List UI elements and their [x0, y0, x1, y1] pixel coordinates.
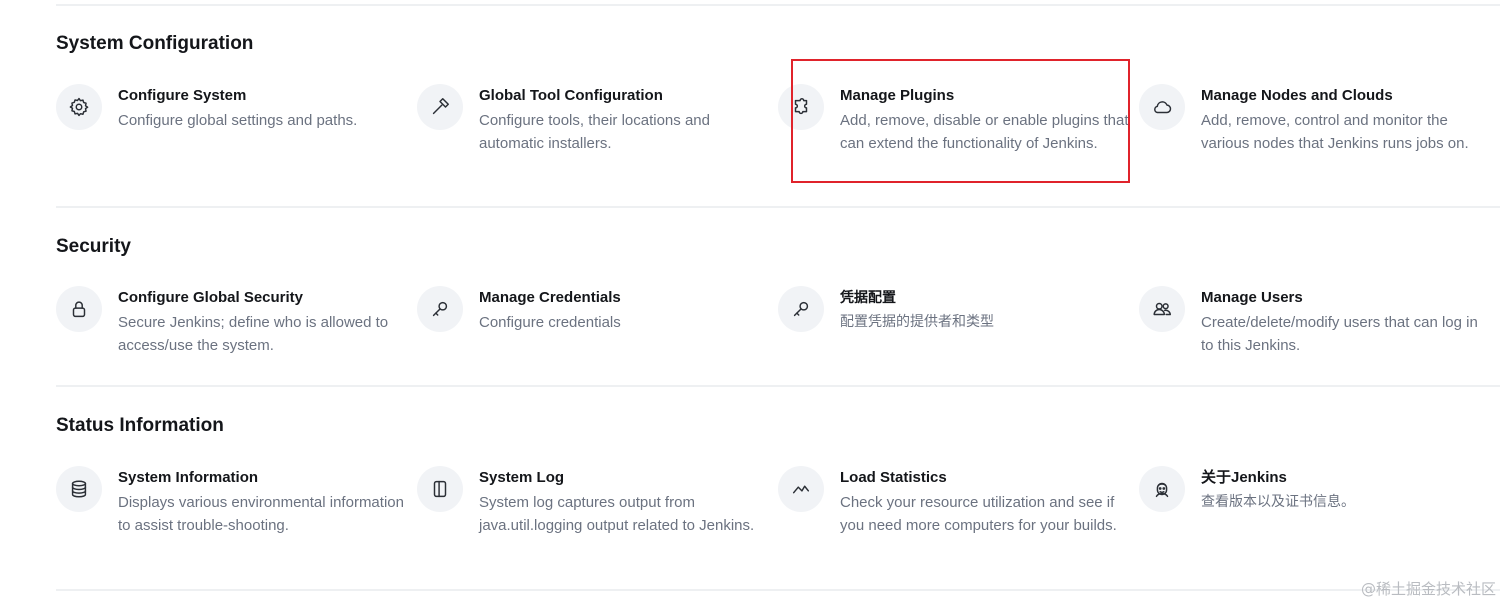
manage-credentials-item[interactable]: Manage Credentials Configure credentials: [417, 286, 778, 357]
about-jenkins-item[interactable]: 关于Jenkins 查看版本以及证书信息。: [1139, 466, 1500, 537]
top-divider: [56, 4, 1500, 6]
item-description: Create/delete/modify users that can log …: [1201, 314, 1478, 354]
item-description: Displays various environmental informati…: [118, 494, 404, 534]
trend-line-icon: [778, 466, 824, 512]
database-icon: [56, 466, 102, 512]
item-title[interactable]: Configure Global Security: [118, 288, 408, 308]
item-title[interactable]: Configure System: [118, 86, 408, 106]
item-description: Configure credentials: [479, 314, 621, 331]
item-description: System log captures output from java.uti…: [479, 494, 755, 534]
item-title[interactable]: Load Statistics: [840, 468, 1130, 488]
section-divider: [56, 385, 1500, 387]
status-information-row: System Information Displays various envi…: [56, 466, 1500, 537]
configure-global-security-item[interactable]: Configure Global Security Secure Jenkins…: [56, 286, 417, 357]
load-statistics-item[interactable]: Load Statistics Check your resource util…: [778, 466, 1139, 537]
item-title[interactable]: System Information: [118, 468, 408, 488]
item-title[interactable]: System Log: [479, 468, 769, 488]
section-divider: [56, 206, 1500, 208]
key-icon: [778, 286, 824, 332]
system-log-item[interactable]: System Log System log captures output fr…: [417, 466, 778, 537]
item-description: 配置凭据的提供者和类型: [840, 314, 994, 330]
section-title-system-configuration: System Configuration: [56, 33, 254, 54]
puzzle-icon: [778, 84, 824, 130]
item-description: Add, remove, control and monitor the var…: [1201, 112, 1469, 152]
global-tool-configuration-item[interactable]: Global Tool Configuration Configure tool…: [417, 84, 778, 155]
lock-icon: [56, 286, 102, 332]
item-description: Configure global settings and paths.: [118, 112, 358, 129]
manage-nodes-and-clouds-item[interactable]: Manage Nodes and Clouds Add, remove, con…: [1139, 84, 1500, 155]
item-title[interactable]: Manage Credentials: [479, 288, 769, 308]
bottom-divider: [56, 589, 1500, 591]
item-title[interactable]: Global Tool Configuration: [479, 86, 769, 106]
item-description: Add, remove, disable or enable plugins t…: [840, 112, 1129, 152]
configure-system-item[interactable]: Configure System Configure global settin…: [56, 84, 417, 155]
item-title[interactable]: Manage Nodes and Clouds: [1201, 86, 1491, 106]
section-title-status-information: Status Information: [56, 415, 224, 436]
system-information-item[interactable]: System Information Displays various envi…: [56, 466, 417, 537]
item-description: Secure Jenkins; define who is allowed to…: [118, 314, 389, 354]
item-title[interactable]: 关于Jenkins: [1201, 468, 1491, 488]
item-description: Check your resource utilization and see …: [840, 494, 1117, 534]
jenkins-butler-icon: [1139, 466, 1185, 512]
item-title[interactable]: Manage Users: [1201, 288, 1491, 308]
section-title-security: Security: [56, 236, 131, 257]
item-description: Configure tools, their locations and aut…: [479, 112, 710, 152]
hammer-icon: [417, 84, 463, 130]
credential-config-item[interactable]: 凭据配置 配置凭据的提供者和类型: [778, 286, 1139, 357]
item-description: 查看版本以及证书信息。: [1201, 494, 1355, 510]
key-icon: [417, 286, 463, 332]
item-title[interactable]: Manage Plugins: [840, 86, 1130, 106]
security-row: Configure Global Security Secure Jenkins…: [56, 286, 1500, 357]
manage-plugins-item[interactable]: Manage Plugins Add, remove, disable or e…: [778, 84, 1139, 155]
system-configuration-row: Configure System Configure global settin…: [56, 84, 1500, 155]
users-icon: [1139, 286, 1185, 332]
log-panel-icon: [417, 466, 463, 512]
cloud-icon: [1139, 84, 1185, 130]
gear-icon: [56, 84, 102, 130]
watermark: @稀土掘金技术社区: [1360, 580, 1496, 598]
manage-users-item[interactable]: Manage Users Create/delete/modify users …: [1139, 286, 1500, 357]
item-title[interactable]: 凭据配置: [840, 288, 1130, 308]
